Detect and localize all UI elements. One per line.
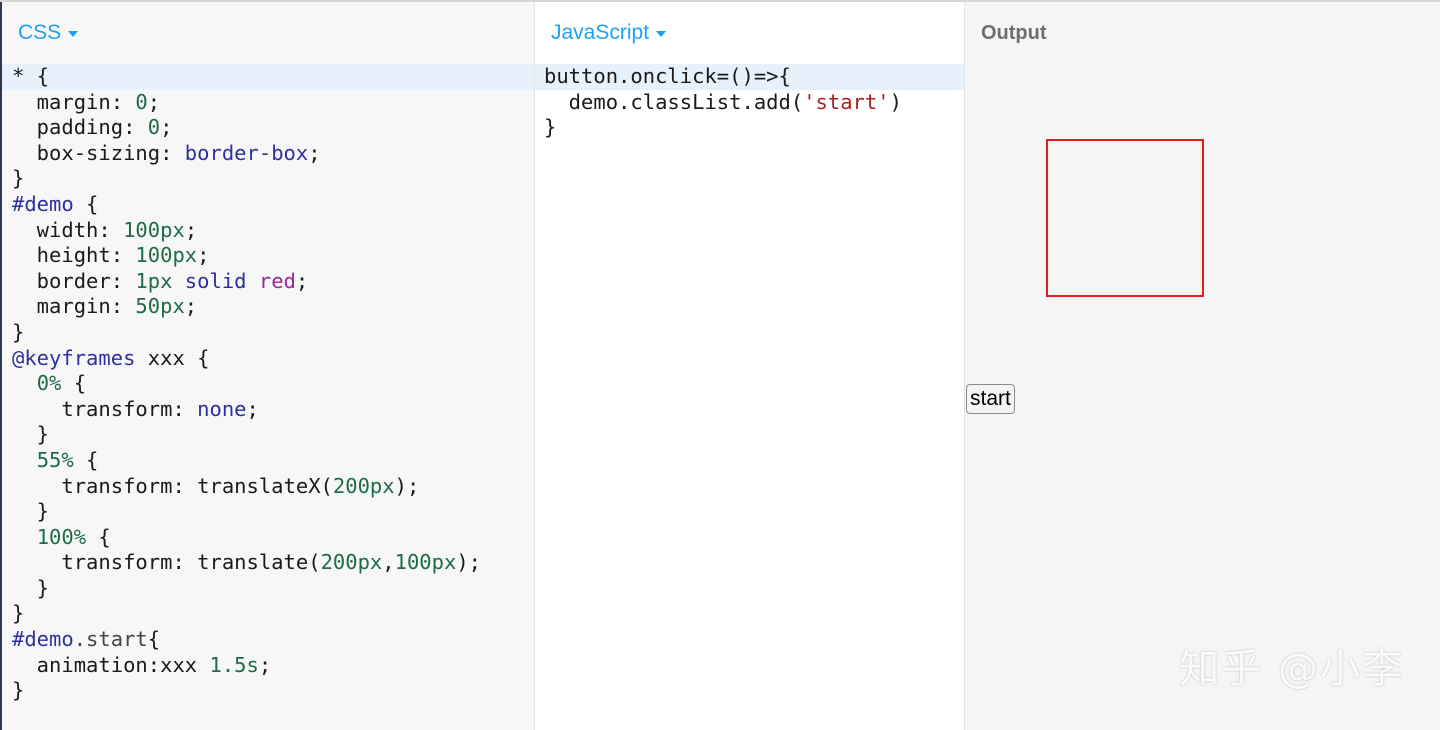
code-line: } <box>12 575 50 600</box>
code-line: 0% { <box>36 371 87 396</box>
code-line: transform: translateX(200px); <box>12 473 420 498</box>
code-playground: CSS * { margin: 0; padding: 0; box-sizin… <box>0 0 1440 730</box>
code-line: #demo { <box>12 191 99 216</box>
code-line: * { <box>2 64 534 90</box>
code-line: } <box>12 678 25 703</box>
code-line: } <box>12 319 25 344</box>
code-line: demo.classList.add('start') <box>544 89 902 114</box>
chevron-down-icon <box>68 31 79 37</box>
output-title: Output <box>981 21 1047 44</box>
code-line: } <box>12 499 50 524</box>
code-line: width: 100px; <box>12 217 198 242</box>
code-line: } <box>12 601 25 626</box>
js-code-editor[interactable]: button.onclick=()=>{ demo.classList.add(… <box>535 64 964 141</box>
code-line: @keyframes xxx { <box>12 345 210 370</box>
css-code-editor[interactable]: * { margin: 0; padding: 0; box-sizing: b… <box>2 64 534 704</box>
chevron-down-icon <box>656 31 667 37</box>
code-line: margin: 50px; <box>12 294 198 319</box>
demo-box <box>1046 139 1204 297</box>
code-line: margin: 0; <box>12 89 161 114</box>
css-pane-header: CSS <box>2 2 534 64</box>
js-pane-header: JavaScript <box>535 2 964 64</box>
code-line: button.onclick=()=>{ <box>535 64 964 90</box>
js-editor-pane: JavaScript button.onclick=()=>{ demo.cla… <box>535 2 965 730</box>
code-line: height: 100px; <box>12 243 210 268</box>
js-language-label: JavaScript <box>551 21 650 44</box>
watermark: 知乎 @小李 <box>1179 646 1404 692</box>
code-line: 100% { <box>36 524 111 549</box>
code-line: } <box>12 422 50 447</box>
code-line: border: 1px solid red; <box>12 268 309 293</box>
start-button[interactable]: start <box>966 384 1015 414</box>
css-language-dropdown[interactable]: CSS <box>18 21 79 45</box>
output-pane-header: Output <box>965 2 1440 64</box>
css-language-label: CSS <box>18 21 62 44</box>
code-line: animation:xxx 1.5s; <box>12 652 272 677</box>
code-line: #demo.start{ <box>12 627 161 652</box>
code-line: transform: none; <box>12 396 259 421</box>
code-line: } <box>544 115 557 140</box>
css-editor-pane: CSS * { margin: 0; padding: 0; box-sizin… <box>0 2 535 730</box>
output-pane: Output start 知乎 @小李 <box>965 2 1440 730</box>
code-line: box-sizing: border-box; <box>12 140 321 165</box>
code-line: 55% { <box>36 447 99 472</box>
code-line: } <box>12 166 25 191</box>
code-line: transform: translate(200px,100px); <box>12 550 482 575</box>
js-language-dropdown[interactable]: JavaScript <box>551 21 667 45</box>
code-line: padding: 0; <box>12 115 173 140</box>
